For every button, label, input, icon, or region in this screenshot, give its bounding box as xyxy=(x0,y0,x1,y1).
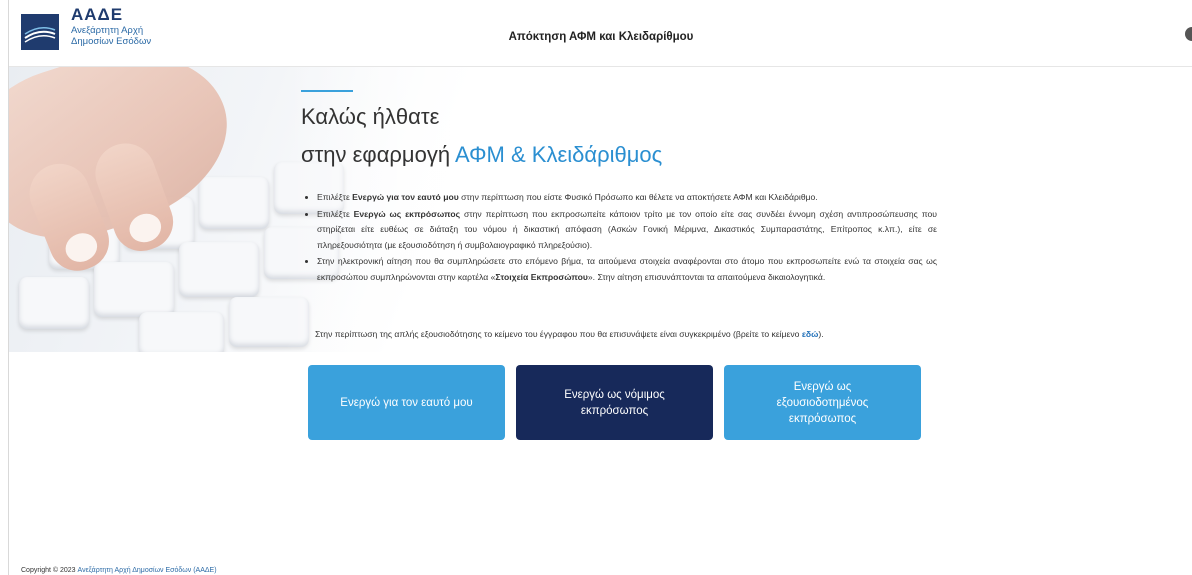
bullet-2-text: Επιλέξτε xyxy=(317,208,354,219)
note-end: ). xyxy=(818,329,824,339)
logo-title: ΑΑΔΕ xyxy=(71,5,124,24)
accent-divider xyxy=(301,90,353,92)
aade-footer-link[interactable]: Ανεξάρτητη Αρχή Δημοσίων Εσόδων (ΑΑΔΕ) xyxy=(78,567,217,574)
instructions-list: Επιλέξτε Ενεργώ για τον εαυτό μου στην π… xyxy=(305,190,937,286)
bullet-3-rest: ». Στην αίτηση επισυνάπτονται τα απαιτού… xyxy=(587,271,826,282)
act-as-authorized-representative-button[interactable]: Ενεργώ ως εξουσιοδοτημένος εκπρόσωπος xyxy=(724,365,921,440)
bullet-3-bold: Στοιχεία Εκπροσώπου xyxy=(495,271,588,282)
act-as-legal-representative-label: Ενεργώ ως νόμιμος εκπρόσωπος xyxy=(564,388,665,417)
welcome-subheading-text: στην εφαρμογή xyxy=(301,142,455,167)
act-for-self-label: Ενεργώ για τον εαυτό μου xyxy=(340,396,473,409)
note-text: Στην περίπτωση της απλής εξουσιοδότησης … xyxy=(315,329,802,339)
bullet-1-bold: Ενεργώ για τον εαυτό μου xyxy=(352,192,459,202)
bullet-1-rest: στην περίπτωση που είστε Φυσικό Πρόσωπο … xyxy=(458,192,818,202)
header: ΑΑΔΕ Ανεξάρτητη Αρχή Δημοσίων Εσόδων Από… xyxy=(9,0,1192,67)
authorization-text-link[interactable]: εδώ xyxy=(802,329,819,339)
act-as-legal-representative-button[interactable]: Ενεργώ ως νόμιμος εκπρόσωπος xyxy=(516,365,713,440)
list-item: Επιλέξτε Ενεργώ ως εκπρόσωπος στην περίπ… xyxy=(317,207,937,254)
app-name-highlight: ΑΦΜ & Κλειδάριθμος xyxy=(454,142,663,167)
list-item: Επιλέξτε Ενεργώ για τον εαυτό μου στην π… xyxy=(317,190,937,206)
authorization-note: Στην περίπτωση της απλής εξουσιοδότησης … xyxy=(315,329,824,339)
bullet-1-text: Επιλέξτε xyxy=(317,192,353,202)
act-as-authorized-representative-label: Ενεργώ ως εξουσιοδοτημένος εκπρόσωπος xyxy=(776,380,869,425)
welcome-heading: Καλώς ήλθατε xyxy=(301,104,440,129)
footer-copyright: Copyright © 2023 Ανεξάρτητη Αρχή Δημοσίω… xyxy=(21,567,217,574)
user-menu-icon[interactable] xyxy=(1185,27,1192,41)
bullet-2-bold: Ενεργώ ως εκπρόσωπος xyxy=(353,208,461,219)
copyright-text: Copyright © 2023 xyxy=(21,567,78,574)
page-title: Απόκτηση ΑΦΜ και Κλειδαρίθμου xyxy=(508,31,694,43)
list-item: Στην ηλεκτρονική αίτηση που θα συμπληρώσ… xyxy=(317,254,937,285)
welcome-subheading: στην εφαρμογή ΑΦΜ & Κλειδάριθμος xyxy=(301,142,662,168)
act-for-self-button[interactable]: Ενεργώ για τον εαυτό μου xyxy=(308,365,505,440)
app-frame: ΑΑΔΕ Ανεξάρτητη Αρχή Δημοσίων Εσόδων Από… xyxy=(8,0,1192,575)
